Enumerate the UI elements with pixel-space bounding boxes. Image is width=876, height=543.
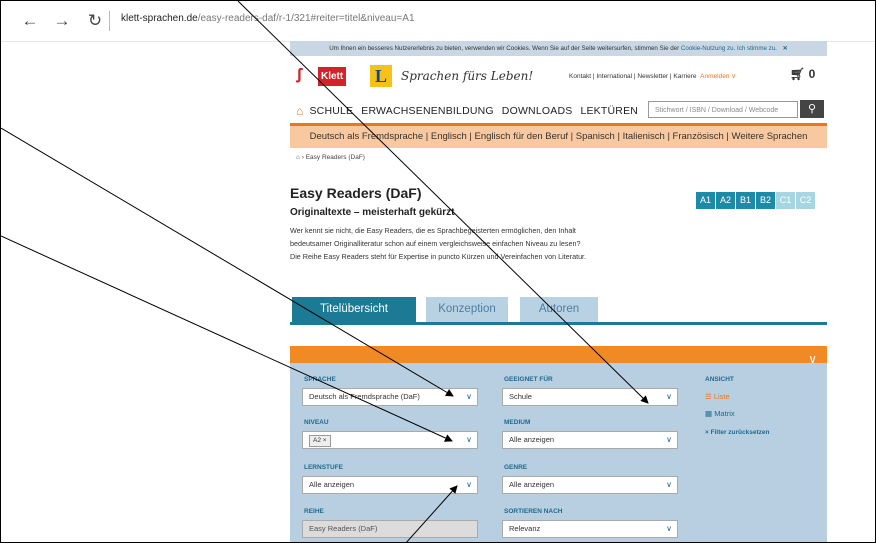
- filter-label-medium: MEDIUM: [504, 419, 531, 426]
- nav-item-downloads[interactable]: DOWNLOADS: [502, 105, 573, 117]
- chevron-down-icon: ∨: [666, 435, 672, 444]
- tab-titeluebersicht[interactable]: Titelübersicht: [292, 297, 416, 322]
- close-icon: ×: [705, 429, 709, 436]
- description-line: Die Reihe Easy Readers steht für Experti…: [290, 252, 587, 261]
- view-matrix-button[interactable]: ▦ Matrix: [705, 409, 735, 418]
- page-description: Wer kennt sie nicht, die Easy Readers, d…: [290, 224, 690, 263]
- website: Um Ihnen ein besseres Nutzererlebnis zu …: [290, 41, 827, 542]
- home-icon[interactable]: ⌂: [296, 104, 303, 118]
- klett-wordmark: Klett: [318, 66, 347, 86]
- filter-wave: [290, 363, 827, 386]
- toolbar-divider: [109, 11, 110, 31]
- reihe-select: Easy Readers (DaF): [302, 520, 478, 538]
- level-c1[interactable]: C1: [776, 192, 795, 209]
- sort-value: Relevanz: [509, 524, 541, 533]
- chevron-down-icon: ∨: [466, 435, 472, 444]
- genre-select[interactable]: Alle anzeigen ∨: [502, 476, 678, 494]
- level-c2[interactable]: C2: [796, 192, 815, 209]
- browser-toolbar: ← → ↻ klett-sprachen.de/easy-readers-daf…: [1, 1, 875, 42]
- cart-icon: 🛒︎: [790, 67, 806, 81]
- reihe-value: Easy Readers (DaF): [309, 524, 378, 533]
- tab-autoren[interactable]: Autoren: [520, 297, 598, 322]
- breadcrumb: ⌂ › Easy Readers (DaF): [296, 154, 365, 161]
- klett-emblem-icon: ꭍ: [296, 66, 303, 86]
- klett-logo[interactable]: ꭍ Klett: [296, 64, 347, 88]
- description-line: bedeutsamer Originalliteratur schon auf …: [290, 239, 581, 248]
- service-links[interactable]: Kontakt | International | Newsletter | K…: [569, 73, 697, 80]
- description-line: Wer kennt sie nicht, die Easy Readers, d…: [290, 226, 576, 235]
- home-crumb-icon[interactable]: ⌂: [296, 154, 300, 161]
- address-bar[interactable]: klett-sprachen.de/easy-readers-daf/r-1/3…: [121, 13, 415, 24]
- breadcrumb-current: Easy Readers (DaF): [305, 154, 365, 161]
- medium-select[interactable]: Alle anzeigen ∨: [502, 431, 678, 449]
- content-tabs: Titelübersicht Konzeption Autoren: [290, 297, 827, 325]
- back-icon[interactable]: ←: [19, 10, 41, 32]
- niveau-select[interactable]: A2 × ∨: [302, 431, 478, 449]
- chevron-down-icon: ∨: [729, 73, 737, 80]
- cart-button[interactable]: 🛒︎ 0: [790, 67, 815, 81]
- cookie-close-icon[interactable]: ✕: [783, 45, 788, 52]
- grid-icon: ▦: [705, 409, 713, 418]
- cookie-text: Um Ihnen ein besseres Nutzererlebnis zu …: [329, 45, 680, 52]
- language-bar[interactable]: Deutsch als Fremdsprache | Englisch | En…: [290, 126, 827, 148]
- filter-reset-button[interactable]: × Filter zurücksetzen: [705, 429, 770, 436]
- top-links: Kontakt | International | Newsletter | K…: [569, 72, 736, 80]
- cookie-link[interactable]: Cookie-Nutzung zu.: [681, 45, 735, 52]
- ansicht-label: ANSICHT: [705, 376, 734, 383]
- sprache-value: Deutsch als Fremdsprache (DaF): [309, 392, 420, 401]
- level-selector: A1 A2 B1 B2 C1 C2: [696, 192, 816, 209]
- geeignet-value: Schule: [509, 392, 532, 401]
- filter-reset-label: Filter zurücksetzen: [710, 429, 770, 436]
- filter-label-geeignet: GEEIGNET FÜR: [504, 376, 553, 383]
- langenscheidt-logo[interactable]: L: [370, 65, 392, 87]
- chevron-down-icon: ∨: [666, 392, 672, 401]
- chevron-down-icon: ∨: [666, 480, 672, 489]
- filter-label-genre: GENRE: [504, 464, 528, 471]
- nav-item-lektueren[interactable]: LEKTÜREN: [580, 105, 638, 117]
- refresh-icon[interactable]: ↻: [84, 10, 106, 32]
- tab-konzeption[interactable]: Konzeption: [426, 297, 508, 322]
- view-liste-button[interactable]: ☰ Liste: [705, 392, 730, 401]
- page-title: Easy Readers (DaF): [290, 185, 422, 201]
- slogan: Sprachen fürs Leben!: [401, 69, 534, 83]
- niveau-chip[interactable]: A2 ×: [309, 435, 331, 447]
- page-subtitle: Originaltexte – meisterhaft gekürzt: [290, 207, 455, 218]
- chevron-down-icon: ∨: [466, 480, 472, 489]
- level-a2[interactable]: A2: [716, 192, 735, 209]
- level-b1[interactable]: B1: [736, 192, 755, 209]
- filter-label-niveau: NIVEAU: [304, 419, 329, 426]
- chevron-down-icon: ∨: [466, 392, 472, 401]
- main-nav: ⌂ SCHULE ERWACHSENENBILDUNG DOWNLOADS LE…: [296, 104, 646, 118]
- genre-value: Alle anzeigen: [509, 480, 555, 489]
- nav-item-erwachsenenbildung[interactable]: ERWACHSENENBILDUNG: [361, 105, 494, 117]
- lernstufe-select[interactable]: Alle anzeigen ∨: [302, 476, 478, 494]
- cookie-agree[interactable]: Ich stimme zu.: [737, 45, 777, 52]
- lernstufe-value: Alle anzeigen: [309, 480, 355, 489]
- address-host: klett-sprachen.de: [121, 13, 198, 24]
- cookie-banner: Um Ihnen ein besseres Nutzererlebnis zu …: [290, 41, 827, 56]
- sprache-select[interactable]: Deutsch als Fremdsprache (DaF) ∨: [302, 388, 478, 406]
- list-icon: ☰: [705, 392, 712, 401]
- search-icon[interactable]: ⚲: [800, 100, 824, 118]
- nav-item-schule[interactable]: SCHULE: [309, 105, 353, 117]
- screenshot-frame: ← → ↻ klett-sprachen.de/easy-readers-daf…: [0, 0, 876, 543]
- level-a1[interactable]: A1: [696, 192, 715, 209]
- view-liste-label: Liste: [713, 392, 730, 401]
- cart-count: 0: [808, 67, 816, 81]
- level-b2[interactable]: B2: [756, 192, 775, 209]
- filter-label-sort: SORTIEREN NACH: [504, 508, 563, 515]
- filter-label-reihe: REIHE: [304, 508, 324, 515]
- login-link[interactable]: Anmelden: [700, 73, 729, 80]
- view-matrix-label: Matrix: [714, 409, 735, 418]
- medium-value: Alle anzeigen: [509, 435, 555, 444]
- forward-icon[interactable]: →: [51, 10, 73, 32]
- search-input[interactable]: Stichwort / ISBN / Download / Webcode: [648, 101, 798, 118]
- sort-select[interactable]: Relevanz ∨: [502, 520, 678, 538]
- filter-label-lernstufe: LERNSTUFE: [304, 464, 343, 471]
- geeignet-select[interactable]: Schule ∨: [502, 388, 678, 406]
- filter-label-sprache: SPRACHE: [304, 376, 336, 383]
- chevron-down-icon: ∨: [666, 524, 672, 533]
- address-path: /easy-readers-daf/r-1/321#reiter=titel&n…: [197, 13, 415, 24]
